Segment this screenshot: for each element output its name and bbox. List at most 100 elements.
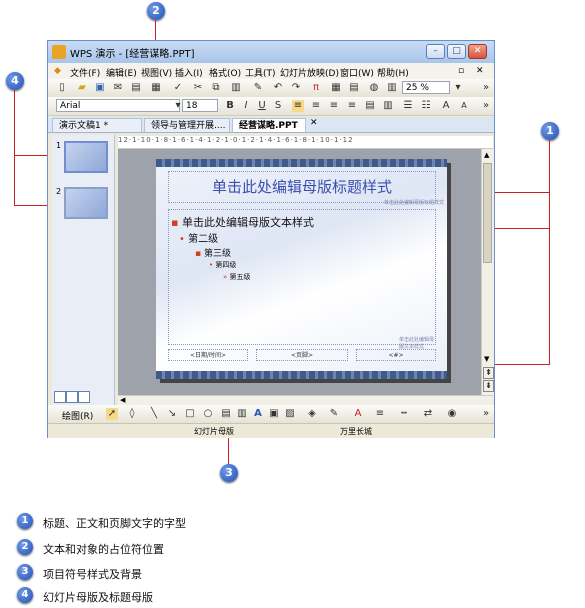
save-icon[interactable]: ▣ <box>94 82 106 94</box>
format-painter-icon[interactable]: ✎ <box>252 82 264 94</box>
callout-2: 2 <box>147 2 165 20</box>
wordart-icon[interactable]: A <box>252 408 264 420</box>
font-color-icon[interactable]: A <box>352 408 364 420</box>
autoshapes-icon[interactable]: ◊ <box>126 408 138 420</box>
copy-icon[interactable]: ⧉ <box>210 82 222 94</box>
footer-placeholder[interactable]: <页脚> <box>256 349 348 361</box>
toolbar-overflow-icon[interactable]: » <box>480 82 492 94</box>
minimize-button[interactable]: – <box>426 44 445 59</box>
outline-view-icon[interactable] <box>66 391 78 403</box>
print-preview-icon[interactable]: ▤ <box>130 82 142 94</box>
menu-app-icon[interactable]: ◆ <box>54 66 61 76</box>
slide-master-thumbnail[interactable] <box>64 141 108 173</box>
symbol-icon[interactable]: π <box>310 82 322 94</box>
grid-icon[interactable]: ▥ <box>386 82 398 94</box>
numbering-icon[interactable]: ☰ <box>402 100 414 112</box>
legend-text-1: 标题、正文和页脚文字的字型 <box>43 517 186 530</box>
fill-color-icon[interactable]: ◈ <box>306 408 318 420</box>
font-size-select[interactable]: 18 <box>182 99 218 112</box>
scroll-down-icon[interactable]: ▼ <box>484 355 489 363</box>
align-right-icon[interactable]: ≡ <box>328 100 340 112</box>
italic-icon[interactable]: I <box>240 100 252 112</box>
slide-number-placeholder[interactable]: <#> <box>356 349 436 361</box>
menu-format[interactable]: 格式(O) <box>209 66 241 79</box>
menu-file[interactable]: 文件(F) <box>70 66 100 79</box>
line-tool-icon[interactable]: ╲ <box>148 408 160 420</box>
close-button[interactable]: ✕ <box>468 44 487 59</box>
zoom-dropdown-icon[interactable]: ▾ <box>452 82 464 94</box>
callout-3: 3 <box>220 464 238 482</box>
align-left-icon[interactable]: ≡ <box>292 100 304 112</box>
clipart-icon[interactable]: ▣ <box>268 408 280 420</box>
table-icon[interactable]: ▦ <box>330 82 342 94</box>
tab-active-document[interactable]: 经营谋略.PPT <box>232 118 306 132</box>
paste-icon[interactable]: ▥ <box>230 82 242 94</box>
shadow-style-icon[interactable]: ◉ <box>446 408 458 420</box>
dash-style-icon[interactable]: ┅ <box>398 408 410 420</box>
doc-restore-icon[interactable]: ▫ <box>458 66 464 76</box>
slide-thumbnail-pane: 1 2 <box>52 135 115 405</box>
menu-window[interactable]: 窗口(W) <box>340 66 374 79</box>
menu-slideshow[interactable]: 幻灯片放映(D) <box>280 66 339 79</box>
format-overflow-icon[interactable]: » <box>480 100 492 112</box>
scroll-left-icon[interactable]: ◀ <box>120 396 125 404</box>
vertical-scrollbar[interactable]: ▲ ▼ ⇞ ⇟ <box>481 149 494 395</box>
mail-icon[interactable]: ✉ <box>112 82 124 94</box>
insert-table-icon[interactable]: ▤ <box>348 82 360 94</box>
title-master-thumbnail[interactable] <box>64 187 108 219</box>
drawing-overflow-icon[interactable]: » <box>480 408 492 420</box>
decrease-font-icon[interactable]: A <box>458 100 470 112</box>
font-name-select[interactable]: Arial <box>56 99 180 112</box>
menu-help[interactable]: 帮助(H) <box>377 66 409 79</box>
justify-icon[interactable]: ≡ <box>346 100 358 112</box>
underline-icon[interactable]: U <box>256 100 268 112</box>
redo-icon[interactable]: ↷ <box>290 82 302 94</box>
print-icon[interactable]: ▦ <box>150 82 162 94</box>
rectangle-tool-icon[interactable]: □ <box>184 408 196 420</box>
globe-icon[interactable]: ◍ <box>368 82 380 94</box>
columns-icon[interactable]: ▥ <box>382 100 394 112</box>
arrow-style-icon[interactable]: ⇄ <box>422 408 434 420</box>
select-pointer-icon[interactable]: ➚ <box>106 408 118 420</box>
arrow-tool-icon[interactable]: ↘ <box>166 408 178 420</box>
picture-icon[interactable]: ▨ <box>284 408 296 420</box>
maximize-button[interactable]: □ <box>447 44 466 59</box>
sorter-view-icon[interactable] <box>78 391 90 403</box>
distribute-icon[interactable]: ▤ <box>364 100 376 112</box>
drawing-menu[interactable]: 绘图(R) <box>62 409 93 422</box>
menu-edit[interactable]: 编辑(E) <box>106 66 137 79</box>
body-placeholder[interactable]: ▪ 单击此处编辑母版文本样式 • 第二级 ▪ 第三级 • 第四级 » 第五级 单… <box>168 209 436 350</box>
scroll-thumb[interactable] <box>483 163 492 263</box>
prev-slide-icon[interactable]: ⇞ <box>483 367 494 379</box>
line-style-icon[interactable]: ≡ <box>374 408 386 420</box>
doc-close-icon[interactable]: ✕ <box>476 66 484 76</box>
standard-toolbar: ▯ ▰ ▣ ✉ ▤ ▦ ✓ ✂ ⧉ ▥ ✎ ↶ ↷ π ▦ ▤ ◍ ▥ 25 %… <box>48 79 494 98</box>
line-color-icon[interactable]: ✎ <box>328 408 340 420</box>
undo-icon[interactable]: ↶ <box>272 82 284 94</box>
oval-tool-icon[interactable]: ○ <box>202 408 214 420</box>
textbox-tool-icon[interactable]: ▤ <box>220 408 232 420</box>
scroll-up-icon[interactable]: ▲ <box>484 151 489 159</box>
tab-document-2[interactable]: 领导与管理开展.... <box>144 118 230 132</box>
next-slide-icon[interactable]: ⇟ <box>483 380 494 392</box>
menu-tools[interactable]: 工具(T) <box>245 66 276 79</box>
bold-icon[interactable]: B <box>224 100 236 112</box>
cut-icon[interactable]: ✂ <box>192 82 204 94</box>
status-template-name: 万里长城 <box>340 427 372 436</box>
slide-canvas: 单击此处编辑母版标题样式 单击此处编辑母版标题样式 ▪ 单击此处编辑母版文本样式… <box>118 149 481 395</box>
open-icon[interactable]: ▰ <box>76 82 88 94</box>
vertical-textbox-icon[interactable]: ▥ <box>236 408 248 420</box>
tab-document-1[interactable]: 演示文稿1 * <box>52 118 142 132</box>
increase-font-icon[interactable]: A <box>440 100 452 112</box>
shadow-icon[interactable]: S <box>272 100 284 112</box>
tab-close-icon[interactable]: ✕ <box>310 118 318 128</box>
normal-view-icon[interactable] <box>54 391 66 403</box>
menu-insert[interactable]: 插入(I) <box>175 66 203 79</box>
menu-view[interactable]: 视图(V) <box>141 66 172 79</box>
zoom-select[interactable]: 25 % <box>402 81 450 94</box>
date-placeholder[interactable]: <日期/时间> <box>168 349 248 361</box>
align-center-icon[interactable]: ≡ <box>310 100 322 112</box>
new-icon[interactable]: ▯ <box>56 82 68 94</box>
spellcheck-icon[interactable]: ✓ <box>172 82 184 94</box>
bullets-icon[interactable]: ☷ <box>420 100 432 112</box>
